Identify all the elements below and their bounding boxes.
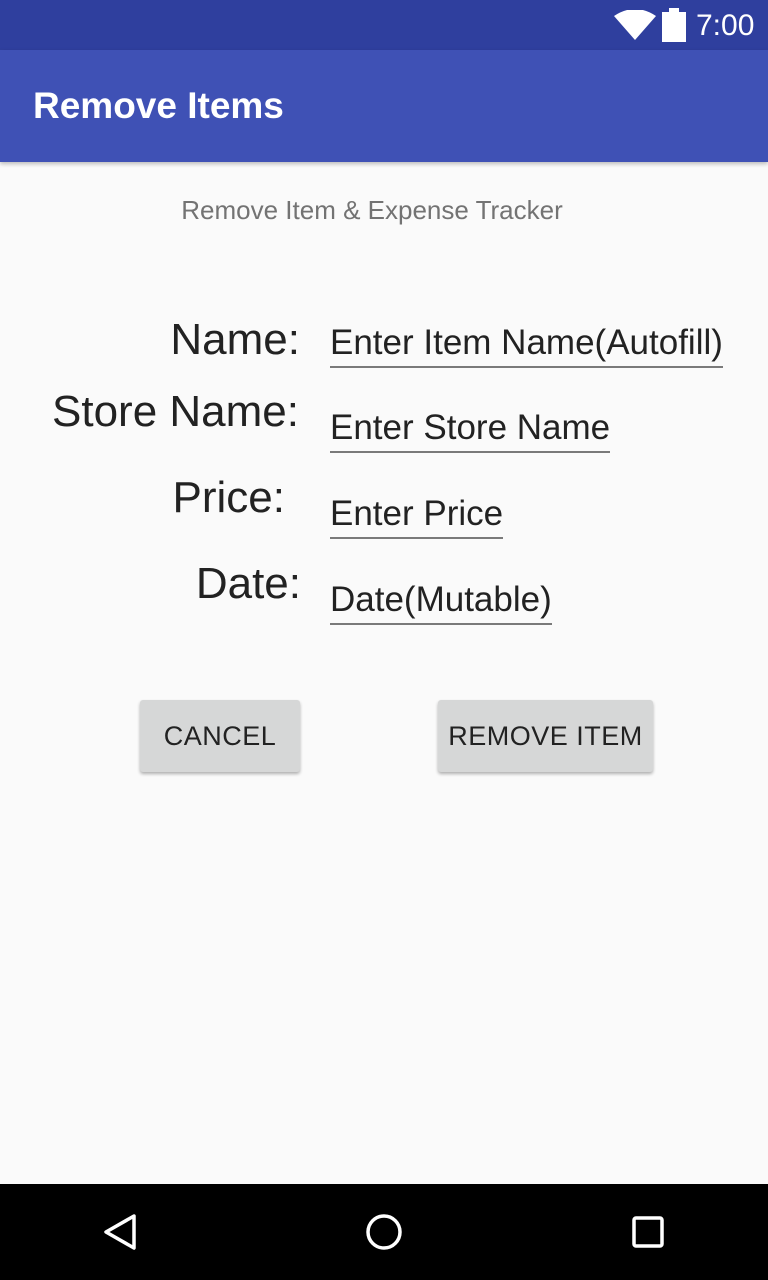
store-name-field[interactable]: Enter Store Name (330, 407, 611, 453)
store-name-label: Store Name: (52, 387, 299, 436)
item-name-field[interactable]: Enter Item Name(Autofill) (330, 322, 723, 368)
recents-icon[interactable] (628, 1212, 668, 1252)
price-field[interactable]: Enter Price (330, 493, 504, 539)
navigation-bar (0, 1184, 768, 1280)
price-label: Price: (172, 473, 285, 522)
cancel-button[interactable]: CANCEL (140, 700, 300, 772)
status-time: 7:00 (696, 9, 755, 42)
status-bar: 7:00 (0, 0, 768, 50)
remove-item-button[interactable]: REMOVE ITEM (438, 700, 653, 772)
name-label: Name: (170, 315, 300, 364)
date-field[interactable]: Date(Mutable) (330, 579, 552, 625)
wifi-icon (614, 10, 656, 40)
subtitle: Remove Item & Expense Tracker (181, 195, 563, 225)
home-icon[interactable] (364, 1212, 404, 1252)
app-bar: Remove Items (0, 50, 768, 162)
back-icon[interactable] (100, 1212, 140, 1252)
page-title: Remove Items (33, 85, 284, 126)
battery-icon (662, 8, 686, 42)
date-label: Date: (195, 559, 301, 608)
